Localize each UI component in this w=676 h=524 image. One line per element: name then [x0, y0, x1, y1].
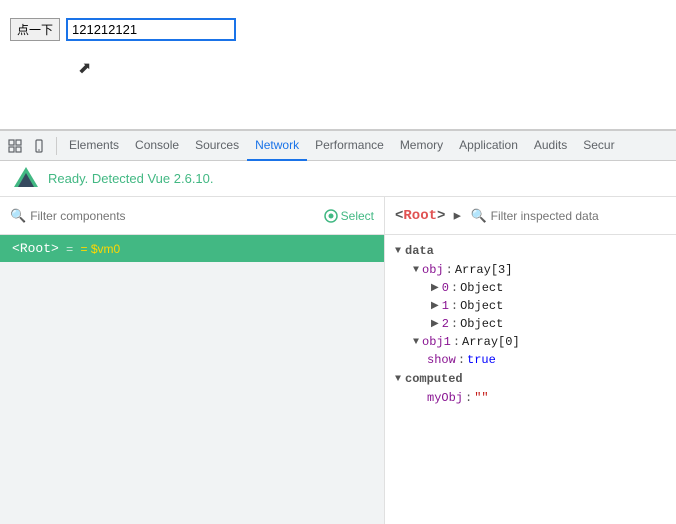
click-button[interactable]: 点一下 — [10, 18, 60, 41]
vue-logo-icon — [12, 165, 40, 193]
component-tree-panel: 🔍 Select <Root> = = $vm0 — [0, 197, 385, 524]
select-button[interactable]: Select — [324, 209, 374, 223]
tab-audits[interactable]: Audits — [526, 131, 575, 161]
data-section-name: data — [405, 244, 434, 258]
tab-sources[interactable]: Sources — [187, 131, 247, 161]
devtools-panel: Elements Console Sources Network Perform… — [0, 130, 676, 524]
obj-expand-arrow[interactable]: ▼ — [413, 265, 419, 276]
obj1-row: ▼ obj1 : Array[0] — [385, 333, 676, 351]
filter-inspected-input[interactable] — [491, 209, 646, 223]
obj-0-arrow[interactable]: ▶ — [431, 282, 439, 294]
data-section-arrow[interactable]: ▼ — [395, 246, 401, 257]
right-filter-bar: <Root> ▶ 🔍 — [385, 197, 676, 235]
tab-performance[interactable]: Performance — [307, 131, 392, 161]
computed-section-name: computed — [405, 372, 463, 386]
data-inspector-panel: <Root> ▶ 🔍 ▼ data ▼ obj : Array[3] — [385, 197, 676, 524]
computed-section-arrow[interactable]: ▼ — [395, 374, 401, 385]
obj-0-row: ▶ 0 : Object — [385, 279, 676, 297]
cursor-arrow: ⬈ — [78, 58, 91, 78]
data-tree: ▼ data ▼ obj : Array[3] ▶ 0 : Object — [385, 235, 676, 413]
vue-status-text: Ready. Detected Vue 2.6.10. — [48, 171, 214, 186]
obj-2-arrow[interactable]: ▶ — [431, 318, 439, 330]
tab-memory[interactable]: Memory — [392, 131, 451, 161]
myobj-row: myObj : "" — [385, 389, 676, 407]
obj-1-arrow[interactable]: ▶ — [431, 300, 439, 312]
text-input[interactable] — [66, 18, 236, 41]
select-cursor-icon — [324, 209, 338, 223]
component-list: <Root> = = $vm0 — [0, 235, 384, 524]
select-label: Select — [341, 209, 374, 223]
obj-2-row: ▶ 2 : Object — [385, 315, 676, 333]
show-row: show : true — [385, 351, 676, 369]
component-filter-input[interactable] — [30, 209, 315, 223]
obj-row: ▼ obj : Array[3] — [385, 261, 676, 279]
tab-divider — [56, 137, 57, 155]
page-area: 点一下 ⬈ — [0, 0, 676, 130]
tab-network[interactable]: Network — [247, 131, 307, 161]
mobile-icon[interactable] — [28, 135, 50, 157]
root-component-item[interactable]: <Root> = = $vm0 — [0, 235, 384, 262]
tab-application[interactable]: Application — [451, 131, 526, 161]
vm-ref: = $vm0 — [81, 242, 121, 256]
filter-search-icon: 🔍 — [10, 208, 26, 224]
computed-section-header: ▼ computed — [385, 369, 676, 389]
right-root-tag: <Root> ▶ — [395, 208, 460, 224]
tab-security[interactable]: Secur — [575, 131, 622, 161]
equals-sign: = — [63, 242, 77, 256]
devtools-tabs-bar: Elements Console Sources Network Perform… — [0, 131, 676, 161]
obj-1-row: ▶ 1 : Object — [385, 297, 676, 315]
tab-elements[interactable]: Elements — [61, 131, 127, 161]
vue-status-bar: Ready. Detected Vue 2.6.10. — [0, 161, 676, 197]
devtools-main-content: 🔍 Select <Root> = = $vm0 — [0, 197, 676, 524]
data-section-header: ▼ data — [385, 241, 676, 261]
inspect-element-icon[interactable] — [4, 135, 26, 157]
root-tag: <Root> — [12, 241, 59, 256]
tab-console[interactable]: Console — [127, 131, 187, 161]
right-search-icon: 🔍 — [470, 208, 486, 224]
component-filter-bar: 🔍 Select — [0, 197, 384, 235]
obj1-expand-arrow[interactable]: ▼ — [413, 337, 419, 348]
